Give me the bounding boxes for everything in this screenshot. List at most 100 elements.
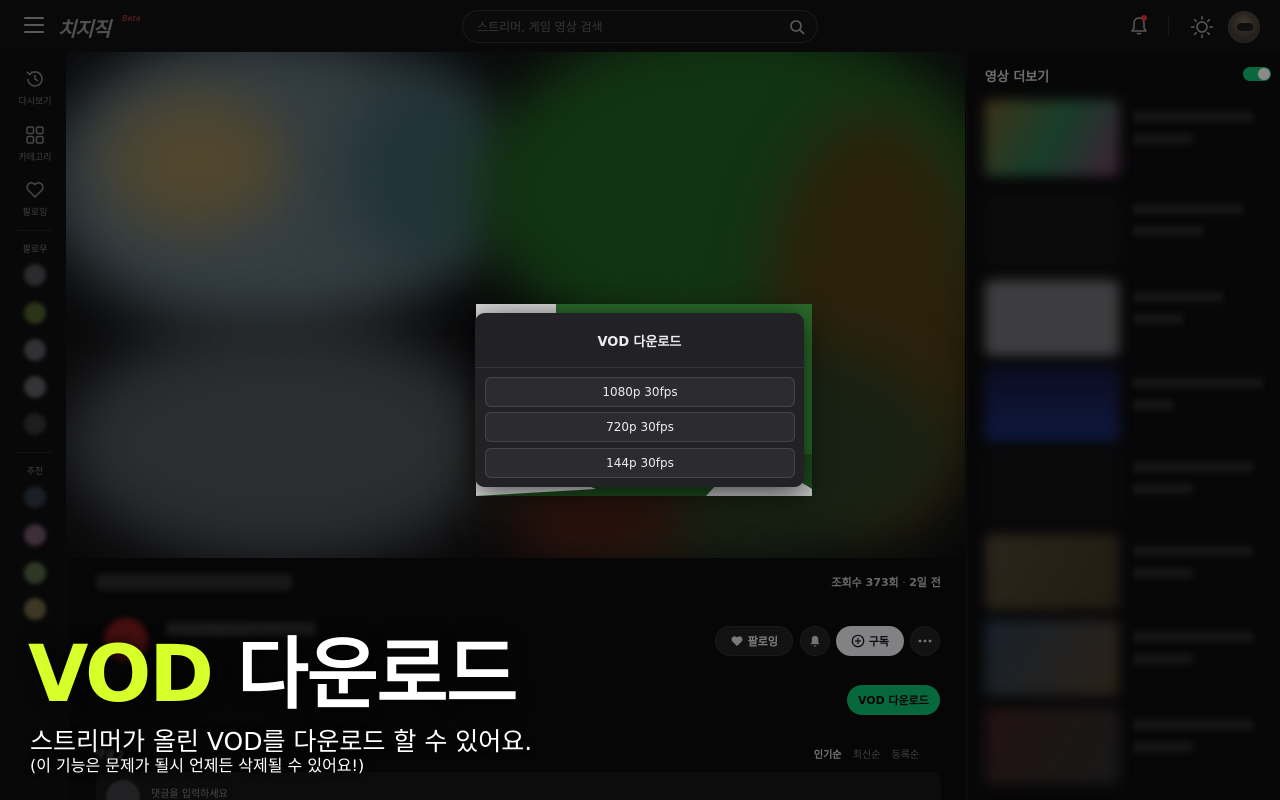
comment-sort: 인기순 최신순 등록순	[814, 746, 927, 761]
related-video-item[interactable]	[985, 620, 1271, 698]
video-title	[1133, 632, 1253, 642]
video-thumbnail	[985, 620, 1119, 696]
recommended-channel-avatar[interactable]	[24, 524, 46, 546]
video-thumbnail	[985, 366, 1119, 442]
followed-channel-avatar[interactable]	[24, 339, 46, 361]
video-title	[96, 574, 292, 590]
notification-dot	[1141, 15, 1147, 21]
channel-name	[1133, 226, 1203, 236]
related-video-item[interactable]	[985, 534, 1271, 612]
header-divider	[1168, 16, 1169, 36]
comment-input[interactable]	[151, 786, 551, 800]
channel-name	[1133, 742, 1193, 752]
sidebar-divider	[18, 230, 52, 231]
video-thumbnail	[985, 534, 1119, 610]
modal-title: VOD 다운로드	[597, 335, 682, 350]
sidebar-item-label: 카테고리	[18, 153, 52, 163]
video-title	[1133, 378, 1263, 388]
subscribe-label: 구독	[868, 635, 890, 648]
related-video-item[interactable]	[985, 450, 1271, 528]
related-videos-panel: 영상 더보기	[966, 52, 1280, 800]
more-icon	[918, 639, 932, 643]
channel-name	[1133, 314, 1183, 324]
video-stats: 조회수 373회 · 2일 전	[831, 574, 941, 590]
stats-separator: ·	[902, 576, 906, 589]
following-label: 팔로잉	[747, 635, 779, 648]
channel-name	[1133, 134, 1193, 144]
more-options-button[interactable]	[910, 626, 940, 656]
vod-download-modal: VOD 다운로드 1080p 30fps 720p 30fps 144p 30f…	[475, 313, 804, 487]
related-video-item[interactable]	[985, 366, 1271, 444]
bell-icon	[810, 635, 820, 647]
related-video-item[interactable]	[985, 708, 1271, 786]
modal-divider	[475, 367, 804, 368]
logo[interactable]: 치지직	[58, 13, 111, 42]
following-section-label: 팔로우	[22, 245, 48, 255]
video-thumbnail	[985, 450, 1119, 526]
video-title	[1133, 292, 1223, 302]
sidebar-item-replay[interactable]: 다시보기	[0, 68, 70, 107]
autoplay-toggle[interactable]	[1243, 67, 1271, 81]
sidebar-divider	[18, 452, 52, 453]
quality-option-720p[interactable]: 720p 30fps	[485, 412, 795, 442]
related-video-item[interactable]	[985, 192, 1271, 270]
avatar	[106, 780, 140, 800]
recommend-section-label: 추천	[26, 467, 44, 477]
video-title	[1133, 204, 1243, 214]
quality-option-1080p[interactable]: 1080p 30fps	[485, 377, 795, 407]
vod-download-button[interactable]: VOD 다운로드	[847, 685, 940, 715]
menu-icon[interactable]	[24, 17, 44, 35]
sort-registered[interactable]: 등록순	[892, 750, 920, 761]
heart-filled-icon	[731, 636, 743, 647]
video-thumbnail	[985, 708, 1119, 784]
recommended-channel-avatar[interactable]	[24, 598, 46, 620]
recommended-channel-avatar[interactable]	[24, 562, 46, 584]
channel-name	[1133, 484, 1193, 494]
plus-circle-icon	[851, 634, 865, 648]
quality-option-144p[interactable]: 144p 30fps	[485, 448, 795, 478]
promo-note: (이 기능은 문제가 될시 언제든 삭제될 수 있어요!)	[30, 756, 365, 775]
upload-time: 2일 전	[909, 576, 941, 589]
video-title	[1133, 546, 1253, 556]
video-thumbnail	[985, 280, 1119, 356]
following-button[interactable]: 팔로잉	[715, 626, 793, 656]
comment-box	[96, 772, 941, 800]
avatar[interactable]	[1228, 11, 1260, 43]
sort-latest[interactable]: 최신순	[853, 750, 881, 761]
subscribe-button[interactable]: 구독	[836, 626, 904, 656]
channel-name	[1133, 400, 1173, 410]
sort-popular[interactable]: 인기순	[814, 750, 842, 761]
view-count: 조회수 373회	[831, 576, 899, 589]
channel-name	[1133, 654, 1193, 664]
video-title	[1133, 112, 1253, 122]
related-video-item[interactable]	[985, 280, 1271, 358]
related-video-item[interactable]	[985, 100, 1271, 178]
promo-title: VOD 다운로드	[28, 630, 518, 720]
video-thumbnail	[985, 100, 1119, 176]
top-bar: 치지직 Beta	[0, 0, 1280, 52]
recommended-channel-avatar[interactable]	[24, 486, 46, 508]
sidebar-item-following[interactable]: 팔로잉	[0, 179, 70, 218]
sidebar-item-label: 다시보기	[18, 97, 52, 107]
search-input[interactable]	[477, 18, 777, 36]
search-icon[interactable]	[789, 19, 805, 35]
video-title	[1133, 720, 1253, 730]
video-thumbnail	[985, 192, 1119, 268]
related-videos-title: 영상 더보기	[985, 70, 1050, 85]
sun-icon[interactable]	[1190, 15, 1214, 39]
followed-channel-avatar[interactable]	[24, 264, 46, 286]
video-meta: 조회수 373회 · 2일 전	[96, 572, 941, 592]
followed-channel-avatar[interactable]	[24, 376, 46, 398]
promo-title-main: 다운로드	[237, 630, 518, 720]
sidebar-item-category[interactable]: 카테고리	[0, 124, 70, 163]
followed-channel-avatar[interactable]	[24, 413, 46, 435]
heart-icon	[26, 182, 44, 198]
replay-icon	[26, 70, 43, 87]
notify-button[interactable]	[800, 626, 830, 656]
channel-name	[1133, 568, 1193, 578]
video-title	[1133, 462, 1253, 472]
promo-title-accent: VOD	[28, 630, 214, 720]
grid-icon	[26, 126, 44, 144]
search-bar	[462, 10, 818, 43]
followed-channel-avatar[interactable]	[24, 302, 46, 324]
